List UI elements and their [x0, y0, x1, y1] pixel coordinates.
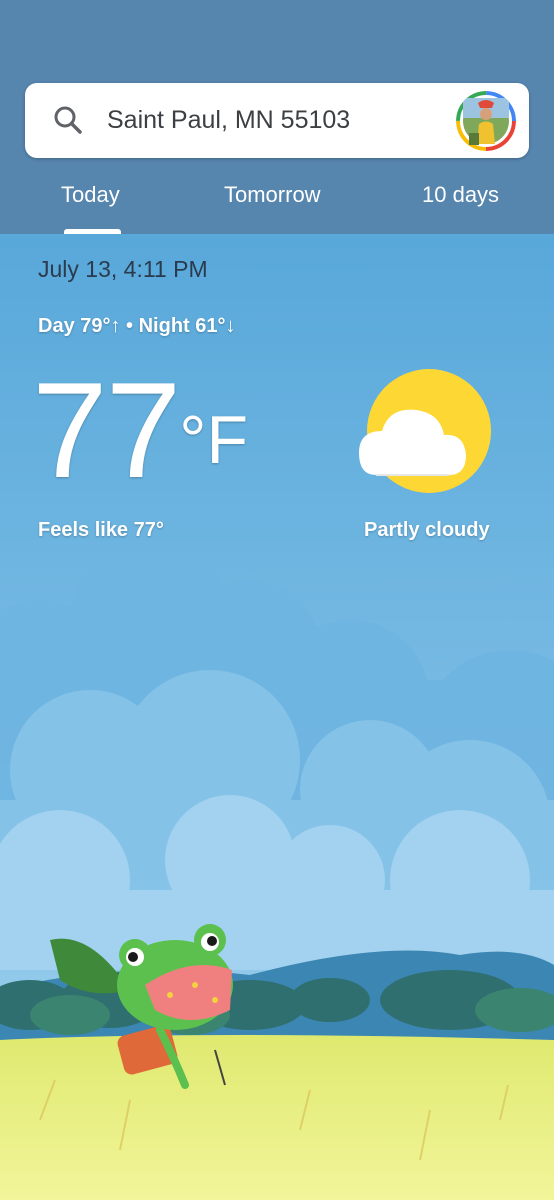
feels-like: Feels like 77°	[38, 519, 164, 541]
weather-condition: Partly cloudy	[364, 519, 490, 541]
temperature-unit: °F	[179, 402, 249, 478]
tab-today[interactable]: Today	[61, 180, 120, 210]
tab-tomorrow[interactable]: Tomorrow	[224, 180, 321, 210]
partly-cloudy-icon	[359, 369, 491, 493]
search-icon[interactable]	[52, 104, 84, 136]
day-night-temps: Day 79°↑ • Night 61°↓	[38, 315, 236, 337]
search-location-text[interactable]: Saint Paul, MN 55103	[107, 104, 350, 136]
tab-10-days[interactable]: 10 days	[422, 180, 499, 210]
current-temperature: 77°F	[32, 354, 249, 506]
avatar[interactable]	[456, 91, 516, 151]
date-time: July 13, 4:11 PM	[38, 256, 208, 282]
